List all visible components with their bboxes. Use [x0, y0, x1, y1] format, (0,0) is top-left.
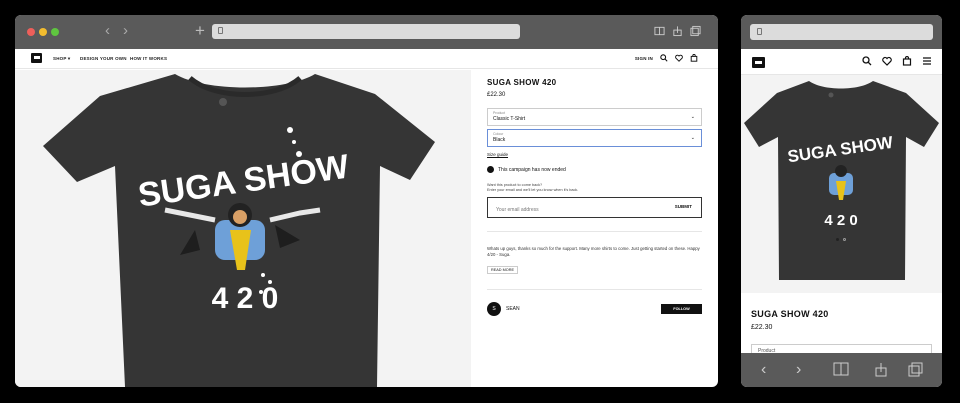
back-arrow-icon[interactable]: ‹ — [105, 23, 110, 39]
carousel-dot[interactable] — [836, 238, 839, 241]
bag-icon[interactable] — [902, 56, 912, 66]
bookmarks-icon[interactable] — [833, 362, 849, 376]
nav-sign-in[interactable]: SIGN IN — [635, 56, 653, 61]
close-window-button[interactable] — [27, 28, 35, 36]
site-logo[interactable] — [31, 53, 42, 63]
desktop-browser-window: ‹ › + SHOP ▾ DESIGN YOUR OWN HOW IT WORK… — [15, 15, 718, 387]
tabs-icon[interactable] — [690, 25, 701, 37]
search-icon[interactable] — [862, 56, 872, 66]
lock-icon — [218, 27, 223, 34]
product-title: SUGA SHOW 420 — [487, 78, 557, 87]
product-details-panel: SUGA SHOW 420 £22.30 Product Classic T-S… — [471, 70, 718, 387]
mobile-address-bar[interactable] — [750, 24, 933, 40]
email-form: SUBMIT — [487, 197, 702, 220]
search-icon[interactable] — [660, 54, 668, 62]
divider — [487, 231, 702, 232]
seller-row: S SEAN FOLLOW — [487, 301, 702, 317]
tabs-icon[interactable] — [908, 362, 923, 377]
mobile-product-title: SUGA SHOW 420 — [751, 309, 829, 319]
reader-icon[interactable] — [654, 25, 665, 37]
avatar[interactable]: S — [487, 302, 501, 316]
site-header: SHOP ▾ DESIGN YOUR OWN HOW IT WORKS SIGN… — [15, 49, 718, 69]
read-more-button[interactable]: READ MORE — [487, 266, 518, 274]
artwork-number: 4 2 0 — [824, 212, 857, 229]
share-icon[interactable] — [874, 362, 888, 377]
chevron-down-icon: ⌄ — [690, 114, 695, 120]
browser-toolbar: ‹ › + — [15, 15, 718, 49]
bag-icon[interactable] — [690, 54, 698, 62]
email-input[interactable] — [488, 200, 638, 220]
product-image: SUGA SHOW 4 2 0 — [15, 70, 471, 387]
forward-arrow-icon[interactable]: › — [123, 23, 128, 39]
mobile-browser-window: SUGA SHOW 4 2 0 SUGA SHOW 420 £22.30 Pro… — [741, 15, 942, 387]
campaign-ended-text: This campaign has now ended — [498, 166, 566, 173]
menu-icon[interactable] — [922, 56, 932, 66]
seller-name[interactable]: SEAN — [506, 306, 520, 312]
product-select-value: Classic T-Shirt — [493, 116, 526, 122]
minimize-window-button[interactable] — [39, 28, 47, 36]
product-description: Whats up guys, thanks so much for the su… — [487, 246, 700, 257]
product-select[interactable]: Product Classic T-Shirt ⌄ — [487, 108, 702, 126]
share-icon[interactable] — [672, 25, 683, 37]
colour-select[interactable]: Colour Black ⌄ — [487, 129, 702, 147]
nav-how-it-works[interactable]: HOW IT WORKS — [130, 56, 167, 61]
tshirt-image: SUGA SHOW 4 2 0 — [744, 81, 939, 280]
carousel-dot[interactable] — [843, 238, 846, 241]
forward-arrow-icon[interactable]: › — [796, 362, 801, 378]
address-bar[interactable] — [212, 24, 520, 39]
back-arrow-icon[interactable]: ‹ — [761, 362, 766, 378]
lock-icon — [757, 28, 762, 35]
artwork-number: 4 2 0 — [212, 282, 279, 315]
nav-design-your-own[interactable]: DESIGN YOUR OWN — [80, 56, 127, 61]
product-select-label: Product — [493, 111, 506, 115]
clock-icon — [487, 166, 494, 173]
zoom-window-button[interactable] — [51, 28, 59, 36]
mobile-bottom-toolbar: ‹ › — [741, 353, 942, 387]
new-tab-icon[interactable]: + — [195, 21, 205, 41]
carousel-dots — [836, 238, 846, 241]
nav-shop[interactable]: SHOP ▾ — [53, 56, 70, 62]
size-guide-link[interactable]: Size guide — [487, 152, 702, 157]
campaign-ended-notice: This campaign has now ended — [487, 166, 702, 173]
notify-instructions: Want this product to come back? Enter yo… — [487, 183, 702, 193]
mobile-browser-toolbar — [741, 15, 942, 49]
mobile-site-header — [741, 49, 942, 75]
follow-button[interactable]: FOLLOW — [661, 304, 702, 314]
chevron-down-icon: ⌄ — [690, 135, 695, 141]
divider — [487, 289, 702, 290]
mobile-product-image[interactable]: SUGA SHOW 4 2 0 — [741, 75, 942, 293]
tshirt-image: SUGA SHOW 4 2 0 — [43, 74, 435, 387]
heart-icon[interactable] — [882, 56, 892, 66]
notify-help-text: Enter your email and we'll let you know … — [487, 188, 579, 192]
product-price: £22.30 — [487, 92, 506, 98]
heart-icon[interactable] — [675, 54, 683, 62]
mobile-product-price: £22.30 — [751, 324, 773, 331]
colour-select-value: Black — [493, 137, 506, 143]
submit-button[interactable]: SUBMIT — [675, 204, 692, 209]
colour-select-label: Colour — [493, 132, 504, 136]
site-logo[interactable] — [752, 57, 765, 68]
